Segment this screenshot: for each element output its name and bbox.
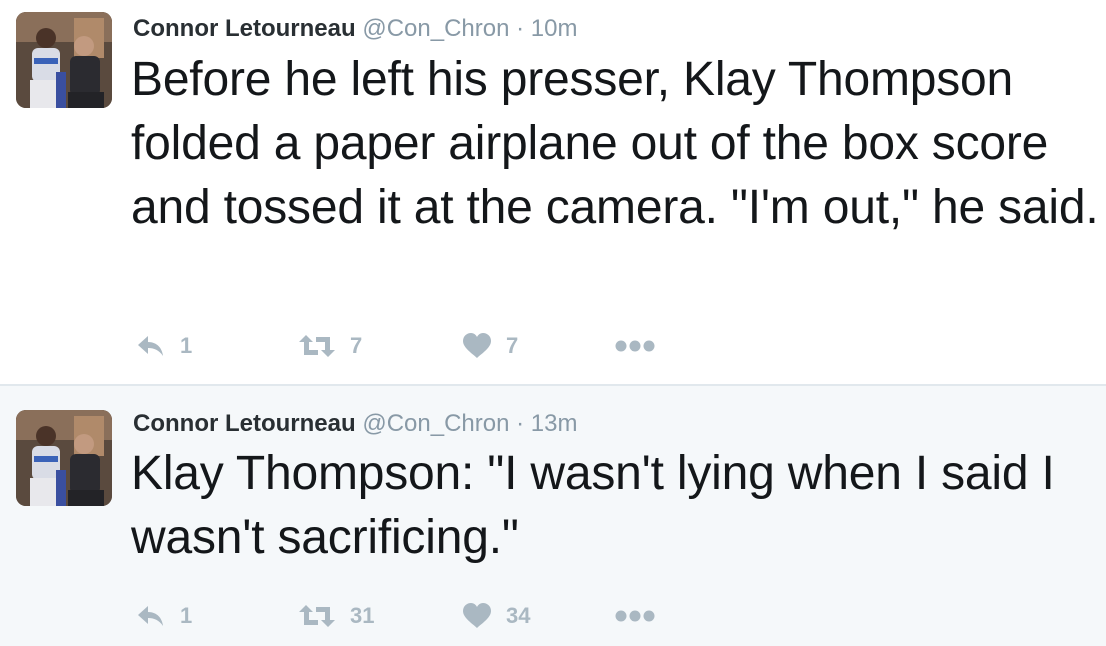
reply-button[interactable]: 1 — [136, 326, 192, 366]
tweet-header: Connor Letourneau @Con_Chron · 13m — [133, 410, 577, 438]
timestamp[interactable]: 10m — [531, 15, 578, 42]
tweet[interactable]: Connor Letourneau @Con_Chron · 10m Befor… — [0, 0, 1106, 384]
author-name[interactable]: Connor Letourneau — [133, 15, 356, 42]
tweet-header: Connor Letourneau @Con_Chron · 10m — [133, 15, 577, 43]
author-handle[interactable]: @Con_Chron — [362, 15, 509, 42]
more-options-icon — [614, 339, 656, 353]
like-count: 34 — [506, 603, 531, 628]
more-options-icon — [614, 609, 656, 623]
timestamp[interactable]: 13m — [531, 410, 578, 437]
reply-count: 1 — [180, 603, 193, 628]
heart-icon — [462, 333, 492, 359]
avatar[interactable] — [16, 12, 112, 108]
separator: · — [516, 410, 525, 437]
reply-count: 1 — [180, 333, 193, 358]
tweet-text: Before he left his presser, Klay Thompso… — [131, 53, 1099, 234]
tweet-text: Klay Thompson: "I wasn't lying when I sa… — [131, 447, 1055, 564]
reply-icon — [136, 334, 166, 358]
author-name[interactable]: Connor Letourneau — [133, 410, 356, 437]
retweet-icon — [298, 333, 336, 359]
author-handle[interactable]: @Con_Chron — [362, 410, 509, 437]
like-button[interactable]: 7 — [462, 326, 518, 366]
retweet-count: 7 — [350, 333, 363, 358]
separator: · — [516, 15, 525, 42]
retweet-button[interactable]: 31 — [298, 596, 374, 636]
more-options-button[interactable] — [614, 326, 656, 366]
retweet-button[interactable]: 7 — [298, 326, 362, 366]
reply-icon — [136, 604, 166, 628]
retweet-count: 31 — [350, 603, 375, 628]
like-button[interactable]: 34 — [462, 596, 530, 636]
heart-icon — [462, 603, 492, 629]
tweet[interactable]: Connor Letourneau @Con_Chron · 13m Klay … — [0, 384, 1106, 646]
avatar[interactable] — [16, 410, 112, 506]
retweet-icon — [298, 603, 336, 629]
more-options-button[interactable] — [614, 596, 656, 636]
reply-button[interactable]: 1 — [136, 596, 192, 636]
like-count: 7 — [506, 333, 519, 358]
